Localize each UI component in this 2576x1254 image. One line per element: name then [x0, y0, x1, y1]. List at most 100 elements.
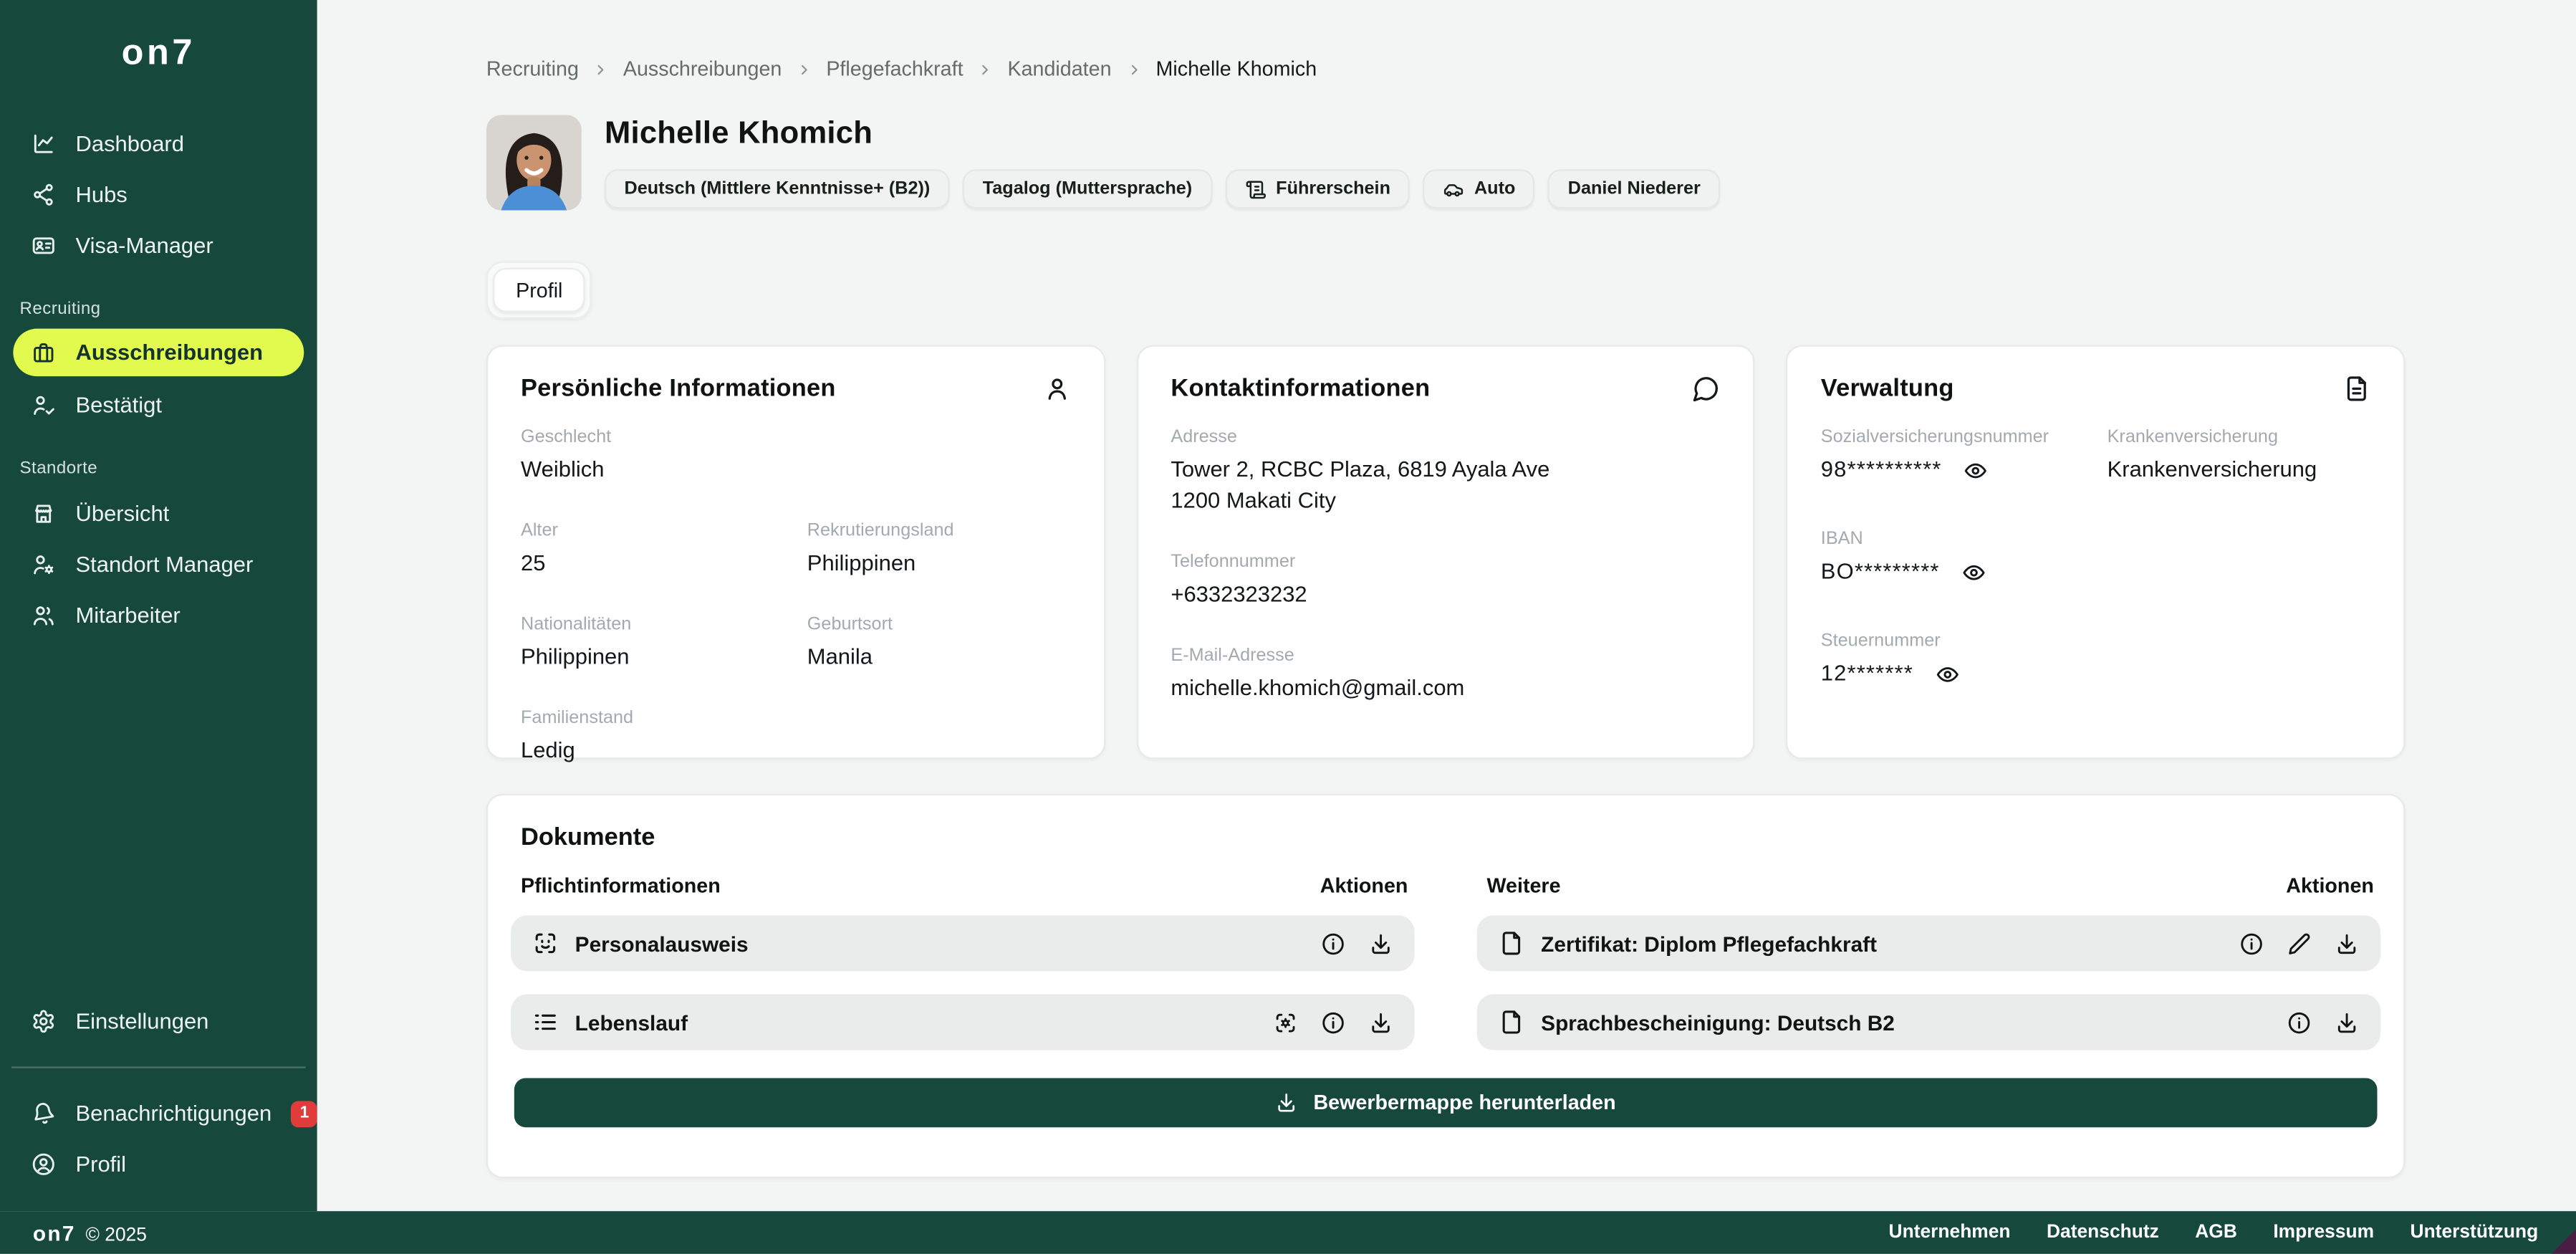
eye-icon	[1961, 560, 1985, 585]
document-row-personalausweis[interactable]: Personalausweis	[511, 915, 1414, 971]
breadcrumb-item[interactable]: Kandidaten	[1007, 59, 1111, 81]
sidebar-item-uebersicht[interactable]: Übersicht	[0, 488, 317, 539]
document-edit-button[interactable]	[2287, 931, 2311, 955]
user-icon	[1043, 375, 1071, 403]
file-icon	[1499, 1009, 1525, 1035]
chevron-right-icon	[1126, 62, 1141, 77]
download-icon	[2335, 931, 2359, 955]
documents-other-column: Weitere Aktionen Zertifikat: Diplom Pfle…	[1477, 874, 2380, 1073]
sidebar-section-recruiting: Recruiting	[20, 299, 317, 319]
sidebar-item-standort-manager[interactable]: Standort Manager	[0, 539, 317, 590]
sidebar-item-label: Einstellungen	[75, 1009, 208, 1033]
sidebar-nav: Dashboard Hubs Visa-Manager Recruiting A	[0, 118, 317, 641]
document-info-button[interactable]	[2287, 1010, 2311, 1034]
sidebar-item-ausschreibungen[interactable]: Ausschreibungen	[13, 329, 304, 377]
document-row-sprachbescheinigung[interactable]: Sprachbescheinigung: Deutsch B2	[1477, 994, 2380, 1050]
card-contact-info: Kontaktinformationen Adresse Tower 2, RC…	[1136, 345, 1755, 760]
chevron-right-icon	[978, 62, 993, 77]
card-title: Persönliche Informationen	[521, 375, 836, 403]
eye-icon	[1935, 662, 1959, 686]
document-info-button[interactable]	[2239, 931, 2264, 955]
sidebar-item-label: Visa-Manager	[75, 234, 213, 258]
breadcrumb-current: Michelle Khomich	[1155, 59, 1317, 81]
reveal-tax-number-button[interactable]	[1935, 662, 1959, 686]
chat-bubble-icon	[1693, 375, 1721, 403]
documents-required-column: Pflichtinformationen Aktionen Personalau…	[511, 874, 1414, 1073]
sidebar-item-label: Übersicht	[75, 501, 169, 525]
tab-profil[interactable]: Profil	[493, 268, 586, 312]
documents-actions-header: Aktionen	[2286, 874, 2374, 897]
documents-card: Dokumente Pflichtinformationen Aktionen …	[486, 794, 2406, 1179]
sidebar-item-hubs[interactable]: Hubs	[0, 169, 317, 220]
footer-link-impressum[interactable]: Impressum	[2273, 1222, 2374, 1243]
sidebar-item-mitarbeiter[interactable]: Mitarbeiter	[0, 590, 317, 641]
sidebar-section-standorte: Standorte	[20, 459, 317, 479]
card-title: Verwaltung	[1821, 375, 1954, 403]
id-card-icon	[32, 234, 56, 258]
chevron-right-icon	[594, 62, 609, 77]
footer: on7 © 2025 Unternehmen Datenschutz AGB I…	[0, 1211, 2576, 1254]
document-download-button[interactable]	[2335, 1010, 2359, 1034]
document-scan-settings-button[interactable]	[1273, 1010, 1297, 1034]
documents-column-header: Weitere	[1486, 874, 1560, 897]
user-check-icon	[32, 393, 56, 417]
document-info-button[interactable]	[1321, 1010, 1345, 1034]
info-icon	[2239, 931, 2264, 955]
document-download-button[interactable]	[2335, 931, 2359, 955]
sidebar-item-label: Dashboard	[75, 131, 183, 155]
car-icon	[1443, 178, 1464, 200]
footer-copyright: on7 © 2025	[33, 1220, 147, 1245]
breadcrumb-item[interactable]: Ausschreibungen	[623, 59, 782, 81]
profile-header: Michelle Khomich Deutsch (Mittlere Kennt…	[486, 115, 2406, 211]
share-icon	[32, 183, 56, 207]
candidate-tags: Deutsch (Mittlere Kenntnisse+ (B2)) Taga…	[605, 169, 1720, 209]
certificate-icon	[1245, 178, 1267, 200]
document-row-lebenslauf[interactable]: Lebenslauf	[511, 994, 1414, 1050]
bell-icon	[29, 1099, 58, 1128]
sidebar-item-einstellungen[interactable]: Einstellungen	[0, 996, 317, 1047]
download-applicant-file-button[interactable]: Bewerbermappe herunterladen	[514, 1078, 2378, 1127]
field-rekrutierungsland: Rekrutierungsland Philippinen	[807, 521, 1071, 580]
tag-language-tagalog: Tagalog (Muttersprache)	[963, 169, 1212, 209]
document-row-zertifikat[interactable]: Zertifikat: Diplom Pflegefachkraft	[1477, 915, 2380, 971]
info-icon	[2287, 1010, 2311, 1034]
footer-logo: on7	[33, 1220, 76, 1245]
documents-column-header: Pflichtinformationen	[521, 874, 721, 897]
footer-links: Unternehmen Datenschutz AGB Impressum Un…	[1889, 1222, 2539, 1243]
footer-link-unterstuetzung[interactable]: Unterstützung	[2411, 1222, 2539, 1243]
sidebar-item-dashboard[interactable]: Dashboard	[0, 118, 317, 169]
footer-link-agb[interactable]: AGB	[2195, 1222, 2237, 1243]
sidebar-item-label: Benachrichtigungen	[75, 1101, 271, 1126]
reveal-ssn-button[interactable]	[1963, 459, 1987, 483]
breadcrumb-item[interactable]: Pflegefachkraft	[826, 59, 963, 81]
breadcrumb: Recruiting Ausschreibungen Pflegefachkra…	[486, 59, 2406, 81]
download-icon	[2335, 1010, 2359, 1034]
scan-gear-icon	[1273, 1010, 1297, 1034]
sidebar-item-profil[interactable]: Profil	[0, 1139, 317, 1190]
sidebar-item-label: Standort Manager	[75, 552, 253, 577]
chevron-right-icon	[797, 62, 812, 77]
document-info-button[interactable]	[1321, 931, 1345, 955]
document-download-button[interactable]	[1368, 1010, 1393, 1034]
sidebar-item-label: Bestätigt	[75, 393, 161, 417]
field-familienstand: Familienstand Ledig	[521, 708, 1070, 767]
list-icon	[532, 1009, 559, 1035]
tag-car: Auto	[1423, 169, 1535, 209]
face-scan-icon	[532, 930, 559, 957]
download-icon	[1276, 1091, 1299, 1114]
sidebar-item-visa-manager[interactable]: Visa-Manager	[0, 220, 317, 271]
document-download-button[interactable]	[1368, 931, 1393, 955]
sidebar-item-benachrichtigungen[interactable]: Benachrichtigungen 1	[0, 1088, 317, 1139]
tag-drivers-license: Führerschein	[1225, 169, 1410, 209]
sidebar-item-bestaetigt[interactable]: Bestätigt	[0, 380, 317, 431]
breadcrumb-item[interactable]: Recruiting	[486, 59, 579, 81]
chart-icon	[32, 131, 56, 155]
field-geburtsort: Geburtsort Manila	[807, 614, 1071, 673]
footer-link-datenschutz[interactable]: Datenschutz	[2047, 1222, 2159, 1243]
field-steuernummer: Steuernummer 12*******	[1821, 631, 2370, 689]
sidebar-item-label: Ausschreibungen	[75, 340, 263, 365]
footer-link-unternehmen[interactable]: Unternehmen	[1889, 1222, 2011, 1243]
file-icon	[1499, 930, 1525, 957]
field-telefonnummer: Telefonnummer +6332323232	[1171, 552, 1721, 611]
reveal-iban-button[interactable]	[1961, 560, 1985, 585]
